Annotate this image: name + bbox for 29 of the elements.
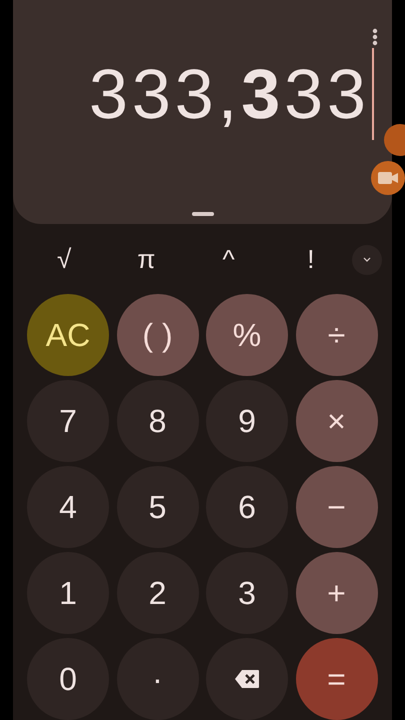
operator-button[interactable]: −: [296, 466, 378, 548]
digit-button[interactable]: 8: [116, 380, 198, 462]
chevron-down-icon: [363, 257, 371, 262]
digit-button[interactable]: 5: [116, 466, 198, 548]
digit-button[interactable]: 7: [27, 380, 109, 462]
digit-button[interactable]: ·: [116, 638, 198, 720]
video-camera-icon[interactable]: [370, 161, 405, 195]
function-key[interactable]: !: [270, 240, 352, 280]
digit-button[interactable]: 3: [206, 552, 288, 634]
operator-button[interactable]: +: [296, 552, 378, 634]
digit-button[interactable]: 6: [206, 466, 288, 548]
operator-button[interactable]: ×: [296, 380, 378, 462]
drag-handle[interactable]: [192, 212, 214, 216]
digit-button[interactable]: 2: [116, 552, 198, 634]
function-button[interactable]: %: [206, 294, 288, 376]
operator-button[interactable]: ÷: [296, 294, 378, 376]
digit-button[interactable]: 4: [27, 466, 109, 548]
function-key[interactable]: π: [105, 240, 188, 280]
digit-button[interactable]: 9: [206, 380, 288, 462]
expression-display[interactable]: 333,333: [88, 59, 370, 129]
backspace-icon: [234, 669, 260, 689]
equals-button[interactable]: =: [296, 638, 378, 720]
function-button[interactable]: ( ): [116, 294, 198, 376]
digit-button[interactable]: 1: [27, 552, 109, 634]
digit-button[interactable]: 0: [27, 638, 109, 720]
function-key[interactable]: ^: [188, 240, 270, 280]
function-key[interactable]: √: [23, 240, 106, 280]
more-options-icon[interactable]: [372, 28, 378, 46]
clear-button[interactable]: AC: [27, 294, 109, 376]
